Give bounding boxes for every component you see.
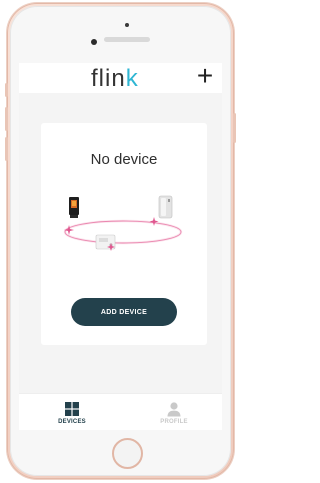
phone-volume-down bbox=[5, 137, 8, 161]
sparkle-right-icon bbox=[149, 217, 159, 226]
app-screen: flink + No device ADD DEVICE DEVICES PRO… bbox=[19, 63, 222, 430]
no-device-card: No device ADD DEVICE bbox=[41, 123, 207, 345]
app-header: flink + bbox=[19, 63, 222, 93]
brand-logo-main: flin bbox=[91, 65, 126, 92]
orbit-glow bbox=[63, 219, 183, 245]
stove-device-icon bbox=[69, 197, 79, 218]
phone-power-button bbox=[233, 113, 236, 143]
tab-profile-label: PROFILE bbox=[160, 419, 188, 425]
card-title: No device bbox=[90, 151, 158, 168]
tab-profile[interactable]: PROFILE bbox=[139, 394, 209, 430]
phone-side-button bbox=[5, 83, 8, 97]
brand-logo: flink bbox=[91, 65, 139, 93]
home-button[interactable] bbox=[112, 438, 143, 469]
phone-sensor bbox=[125, 23, 129, 27]
bottom-tab-bar: DEVICES PROFILE bbox=[19, 393, 222, 430]
tab-devices[interactable]: DEVICES bbox=[37, 394, 107, 430]
add-icon[interactable]: + bbox=[193, 63, 217, 90]
phone-volume-up bbox=[5, 107, 8, 131]
devices-illustration bbox=[63, 195, 183, 251]
grid-icon bbox=[65, 402, 79, 416]
phone-earpiece bbox=[104, 37, 150, 42]
front-camera-icon bbox=[91, 39, 97, 45]
content-area: No device ADD DEVICE bbox=[19, 93, 222, 393]
person-icon bbox=[167, 402, 181, 417]
brand-logo-accent: k bbox=[125, 65, 139, 92]
add-device-button[interactable]: ADD DEVICE bbox=[71, 298, 177, 326]
tab-devices-label: DEVICES bbox=[58, 419, 86, 425]
water-heater-device-icon bbox=[158, 195, 173, 219]
